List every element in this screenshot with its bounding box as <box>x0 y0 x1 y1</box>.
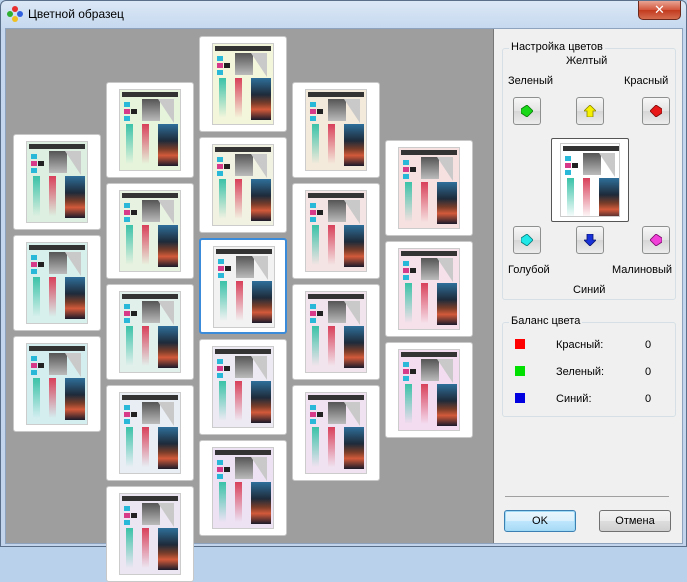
color-sample-t-c1-4[interactable] <box>106 486 194 582</box>
yellow-button[interactable] <box>576 97 604 125</box>
color-setup-label: Настройка цветов <box>509 41 605 53</box>
current-sample-page <box>560 143 620 217</box>
divider <box>505 496 669 497</box>
sample-page <box>305 392 367 474</box>
green-balance-label: Зеленый: <box>556 366 605 378</box>
sample-page <box>212 43 274 125</box>
red-balance-value: 0 <box>645 339 652 351</box>
yellow-label: Желтый <box>566 55 608 67</box>
color-sample-t-c2-1[interactable] <box>199 137 287 233</box>
green-button[interactable] <box>513 97 541 125</box>
blue-label: Синий <box>573 284 606 296</box>
sample-page <box>305 89 367 171</box>
dialog-client-area: Настройка цветов Желтый Зеленый Красный <box>5 28 683 582</box>
blue-swatch <box>515 393 525 403</box>
close-button[interactable]: ✕ <box>638 1 681 20</box>
sample-page <box>26 343 88 425</box>
magenta-label: Малиновый <box>612 264 673 276</box>
title-bar[interactable]: Цветной образец ✕ <box>1 1 686 29</box>
color-sample-t-c3-3[interactable] <box>292 385 380 481</box>
color-sample-t-c4-1[interactable] <box>385 241 473 337</box>
red-label: Красный <box>624 75 669 87</box>
sample-page <box>212 447 274 529</box>
color-sample-t-c3-0[interactable] <box>292 82 380 178</box>
sample-page <box>119 291 181 373</box>
color-sample-t-c1-2[interactable] <box>106 284 194 380</box>
sample-page <box>119 493 181 575</box>
color-sample-t-c2-0[interactable] <box>199 36 287 132</box>
sample-page <box>213 246 275 328</box>
color-sample-t-c0-0[interactable] <box>13 134 101 230</box>
cancel-button[interactable]: Отмена <box>599 510 671 532</box>
color-sample-t-c3-2[interactable] <box>292 284 380 380</box>
dialog-window: Цветной образец ✕ Настройка цветов Желты… <box>0 0 687 582</box>
sample-page <box>119 190 181 272</box>
blue-balance-value: 0 <box>645 393 652 405</box>
color-setup-group: Настройка цветов Желтый Зеленый Красный <box>502 41 676 300</box>
sample-page <box>26 242 88 324</box>
settings-panel: Настройка цветов Желтый Зеленый Красный <box>502 29 682 543</box>
green-arrow-icon <box>521 105 533 117</box>
sample-page <box>212 346 274 428</box>
color-sample-t-c4-2[interactable] <box>385 342 473 438</box>
sample-page <box>26 141 88 223</box>
color-sample-t-c0-1[interactable] <box>13 235 101 331</box>
sample-page <box>398 349 460 431</box>
color-sample-t-c1-1[interactable] <box>106 183 194 279</box>
color-sample-t-c1-0[interactable] <box>106 82 194 178</box>
sample-page <box>119 89 181 171</box>
current-sample-preview <box>551 138 629 222</box>
app-color-icon <box>7 6 23 22</box>
green-balance-value: 0 <box>645 366 652 378</box>
red-button[interactable] <box>642 97 670 125</box>
color-sample-t-c1-3[interactable] <box>106 385 194 481</box>
color-balance-label: Баланс цвета <box>509 315 583 327</box>
sample-page <box>212 144 274 226</box>
color-sample-t-c2-3[interactable] <box>199 339 287 435</box>
sample-page <box>305 291 367 373</box>
sample-page <box>119 392 181 474</box>
blue-arrow-icon <box>584 234 596 246</box>
magenta-button[interactable] <box>642 226 670 254</box>
green-swatch <box>515 366 525 376</box>
red-arrow-icon <box>650 105 662 117</box>
blue-balance-label: Синий: <box>556 393 592 405</box>
color-sample-t-c2-2[interactable] <box>199 238 287 334</box>
cyan-label: Голубой <box>508 264 550 276</box>
color-sample-t-c0-2[interactable] <box>13 336 101 432</box>
color-balance-group: Баланс цвета Красный: 0 Зеленый: 0 Синий… <box>502 315 676 417</box>
color-sample-grid <box>6 29 494 582</box>
sample-page <box>398 147 460 229</box>
window-title: Цветной образец <box>28 7 124 21</box>
magenta-arrow-icon <box>650 234 662 246</box>
sample-page <box>398 248 460 330</box>
color-sample-t-c3-1[interactable] <box>292 183 380 279</box>
color-sample-t-c4-0[interactable] <box>385 140 473 236</box>
blue-button[interactable] <box>576 226 604 254</box>
red-balance-label: Красный: <box>556 339 604 351</box>
cyan-arrow-icon <box>521 234 533 246</box>
green-label: Зеленый <box>508 75 554 87</box>
yellow-arrow-icon <box>584 105 596 117</box>
cyan-button[interactable] <box>513 226 541 254</box>
ok-button[interactable]: OK <box>504 510 576 532</box>
sample-page <box>305 190 367 272</box>
color-sample-t-c2-4[interactable] <box>199 440 287 536</box>
red-swatch <box>515 339 525 349</box>
